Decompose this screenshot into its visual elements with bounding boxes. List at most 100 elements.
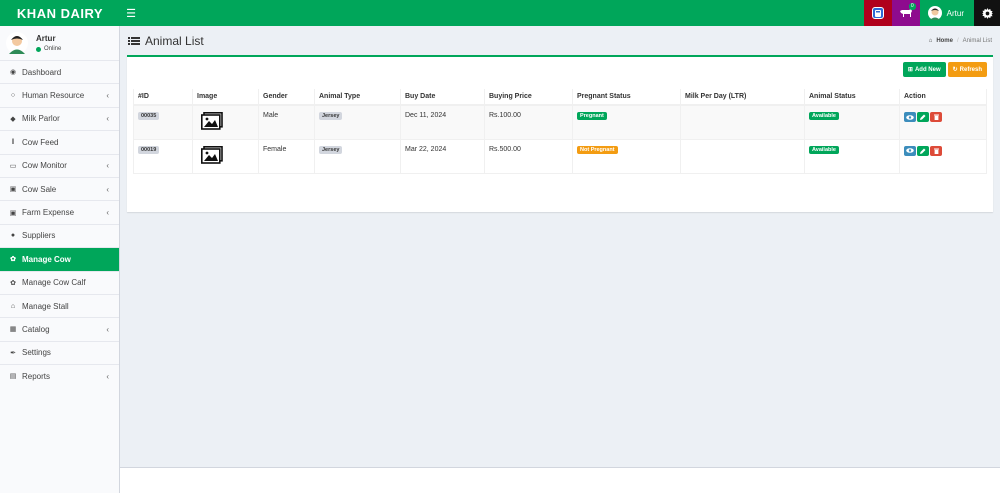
table-row: 00019 Female Jersey Mar 22, 2024 Rs.500.… bbox=[133, 139, 987, 174]
money-icon: ▣ bbox=[9, 209, 17, 217]
sidebar-item-cow-monitor[interactable]: ▭ Cow Monitor ‹ bbox=[0, 153, 119, 177]
image-placeholder-icon[interactable] bbox=[201, 112, 223, 130]
grid-icon: ▦ bbox=[9, 326, 17, 334]
sidebar-item-manage-cow[interactable]: ✿ Manage Cow bbox=[0, 247, 119, 271]
online-status-icon bbox=[36, 46, 41, 52]
sidebar-item-label: Settings bbox=[22, 348, 51, 358]
sidebar-item-label: Manage Cow Calf bbox=[22, 278, 86, 288]
image-placeholder-icon[interactable] bbox=[201, 145, 223, 164]
column-header: Pregnant Status bbox=[572, 89, 681, 106]
buying-price-cell: Rs.500.00 bbox=[484, 139, 573, 174]
gender-cell: Male bbox=[258, 105, 315, 140]
animal-status-badge: Available bbox=[809, 112, 839, 120]
column-header: Action bbox=[899, 89, 987, 106]
sidebar-item-settings[interactable]: ✒ Settings bbox=[0, 340, 119, 364]
refresh-button[interactable]: ↻ Refresh bbox=[947, 62, 987, 77]
calculator-icon bbox=[871, 7, 884, 19]
calculator-button[interactable] bbox=[863, 0, 892, 26]
sidebar-item-milk-parlor[interactable]: ◆ Milk Parlor ‹ bbox=[0, 106, 119, 130]
sidebar-item-label: Reports bbox=[22, 371, 51, 381]
user-icon: ○ bbox=[10, 92, 16, 100]
table-row: 00035 Male Jersey Dec 11, 2024 Rs.100.00… bbox=[133, 105, 987, 140]
home-icon: ⌂ bbox=[928, 38, 933, 44]
chevron-left-icon: ‹ bbox=[106, 91, 109, 101]
avatar bbox=[6, 32, 28, 54]
sidebar-item-cow-sale[interactable]: ▣ Cow Sale ‹ bbox=[0, 176, 119, 200]
sidebar-item-label: Cow Monitor bbox=[22, 161, 67, 171]
droplet-icon: ◆ bbox=[10, 115, 16, 123]
sidebar-item-label: Cow Feed bbox=[22, 137, 59, 147]
page-title: Animal List bbox=[145, 34, 204, 48]
sidebar-user-panel: Artur Online bbox=[0, 26, 119, 60]
add-new-label: Add New bbox=[914, 66, 941, 73]
sidebar-item-farm-expense[interactable]: ▣ Farm Expense ‹ bbox=[0, 200, 119, 223]
chevron-left-icon: ‹ bbox=[106, 208, 109, 218]
column-header: Animal Status bbox=[804, 89, 900, 106]
animal-status-badge: Available bbox=[809, 145, 839, 154]
column-header: Image bbox=[192, 89, 259, 106]
sidebar-item-label: Manage Stall bbox=[22, 301, 69, 311]
sidebar-item-label: Dashboard bbox=[22, 67, 62, 77]
column-header: Gender bbox=[258, 89, 315, 106]
sidebar-user-status: Online bbox=[44, 46, 62, 52]
breadcrumb-separator: / bbox=[956, 38, 959, 44]
sidebar-item-label: Catalog bbox=[22, 324, 50, 334]
sidebar-item-manage-stall[interactable]: ⌂ Manage Stall bbox=[0, 293, 119, 317]
gear-icon bbox=[981, 7, 993, 19]
eye-icon bbox=[906, 114, 914, 120]
sidebar-item-dashboard[interactable]: ◉ Dashboard bbox=[0, 60, 119, 83]
user-menu[interactable]: Artur bbox=[920, 0, 974, 26]
settings-gear-button[interactable] bbox=[974, 0, 1000, 26]
column-header: Milk Per Day (LTR) bbox=[680, 89, 805, 106]
sidebar-item-cow-feed[interactable]: ‖ Cow Feed bbox=[0, 130, 119, 153]
cutlery-icon: ‖ bbox=[11, 138, 15, 146]
pencil-icon bbox=[920, 114, 926, 120]
chevron-left-icon: ‹ bbox=[106, 371, 109, 381]
add-new-button[interactable]: ⊞ Add New bbox=[902, 62, 946, 77]
gender-cell: Female bbox=[258, 139, 315, 174]
monitor-icon: ▭ bbox=[9, 162, 17, 170]
dashboard-icon: ◉ bbox=[9, 69, 17, 77]
header-user-name: Artur bbox=[946, 8, 964, 18]
sidebar-toggle-icon[interactable]: ☰ bbox=[120, 0, 142, 26]
delete-button[interactable] bbox=[930, 145, 942, 156]
sidebar-item-label: Cow Sale bbox=[22, 184, 57, 194]
sidebar-item-human-resource[interactable]: ○ Human Resource ‹ bbox=[0, 83, 119, 106]
sidebar-item-label: Farm Expense bbox=[22, 208, 75, 218]
buying-price-cell: Rs.100.00 bbox=[484, 105, 573, 140]
column-header: #ID bbox=[133, 89, 193, 106]
animal-type-badge: Jersey bbox=[319, 112, 343, 120]
sidebar-item-reports[interactable]: ▤ Reports ‹ bbox=[0, 364, 119, 387]
cow-notifications-button[interactable]: 0 bbox=[891, 0, 920, 26]
animal-id-badge: 00019 bbox=[138, 145, 160, 154]
pregnant-status-badge: Pregnant bbox=[577, 112, 607, 120]
milk-per-day-cell bbox=[680, 139, 805, 174]
chevron-left-icon: ‹ bbox=[106, 324, 109, 334]
view-button[interactable] bbox=[904, 112, 916, 122]
animal-id-badge: 00035 bbox=[138, 112, 160, 120]
column-header: Buying Price bbox=[484, 89, 573, 106]
edit-button[interactable] bbox=[917, 112, 929, 122]
eye-icon bbox=[906, 148, 914, 153]
sidebar-item-catalog[interactable]: ▦ Catalog ‹ bbox=[0, 317, 119, 340]
breadcrumb-home-link[interactable]: Home bbox=[936, 38, 953, 44]
sidebar-item-label: Milk Parlor bbox=[22, 114, 60, 124]
paw-icon: ✿ bbox=[10, 279, 16, 287]
money-icon: ▣ bbox=[9, 186, 17, 194]
wrench-icon: ✒ bbox=[10, 349, 16, 357]
paw-icon: ✿ bbox=[10, 256, 16, 264]
bar-chart-icon: ▤ bbox=[9, 373, 17, 381]
main-content: Animal List ⌂ Home / Animal List ⊞ Add Ne… bbox=[120, 26, 1000, 212]
plus-square-icon: ⊞ bbox=[907, 67, 913, 73]
app-logo[interactable]: KHAN DAIRY bbox=[0, 0, 120, 26]
delete-button[interactable] bbox=[930, 112, 942, 122]
buy-date-cell: Dec 11, 2024 bbox=[400, 105, 485, 140]
user-avatar-icon bbox=[927, 6, 942, 20]
view-button[interactable] bbox=[904, 145, 916, 156]
milk-per-day-cell bbox=[680, 105, 805, 140]
sidebar-item-suppliers[interactable]: ● Suppliers bbox=[0, 223, 119, 247]
sidebar-item-label: Suppliers bbox=[22, 231, 56, 241]
person-icon: ● bbox=[10, 232, 16, 240]
edit-button[interactable] bbox=[917, 145, 929, 156]
sidebar-item-manage-cow-calf[interactable]: ✿ Manage Cow Calf bbox=[0, 270, 119, 294]
